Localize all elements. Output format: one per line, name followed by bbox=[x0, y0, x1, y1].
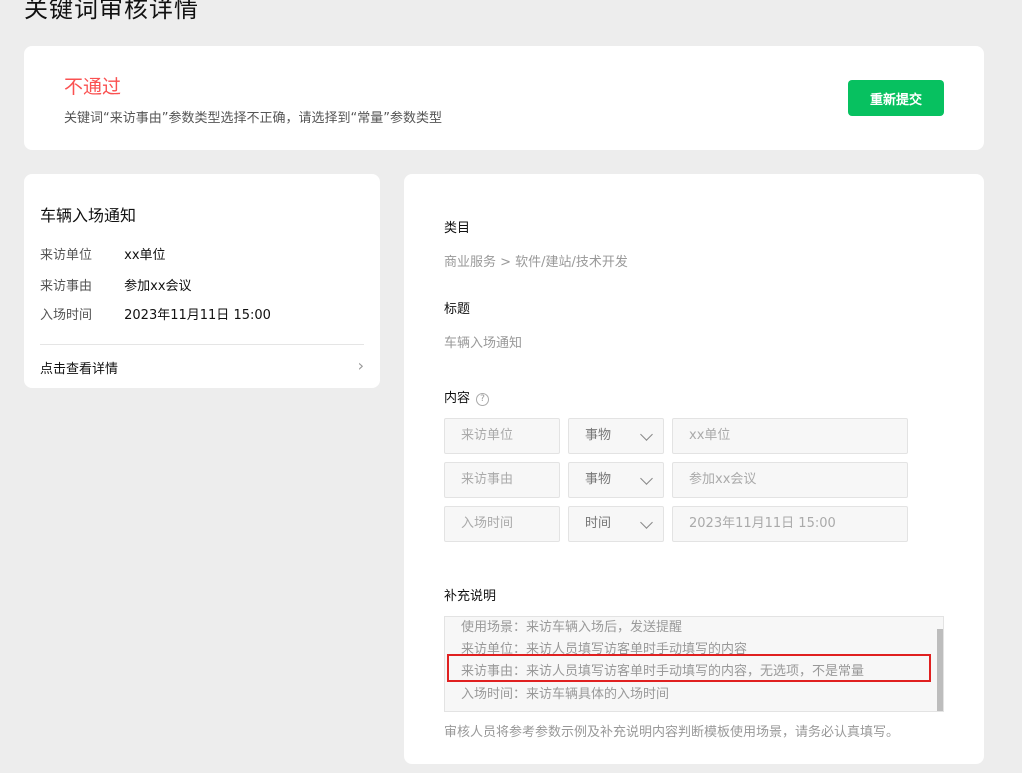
content-label-row: 内容? bbox=[444, 387, 490, 406]
view-details-label: 点击查看详情 bbox=[40, 362, 119, 377]
preview-title: 车辆入场通知 bbox=[40, 206, 137, 225]
preview-row-label: 来访事由 bbox=[40, 279, 93, 294]
param-type-select[interactable]: 事物 bbox=[568, 462, 664, 498]
preview-row: 来访事由 参加xx会议 bbox=[40, 275, 192, 294]
note-line: 使用场景：来访车辆入场后，发送提醒 bbox=[461, 620, 683, 635]
rejection-reason: 关键词“来访事由”参数类型选择不正确，请选择到“常量”参数类型 bbox=[64, 111, 442, 126]
highlight-box bbox=[447, 654, 931, 682]
preview-row: 来访单位 xx单位 bbox=[40, 244, 166, 263]
preview-row-label: 入场时间 bbox=[40, 308, 93, 323]
param-type-select[interactable]: 时间 bbox=[568, 506, 664, 542]
note-label: 补充说明 bbox=[444, 589, 497, 604]
param-row: 来访事由 事物 参加xx会议 bbox=[444, 462, 908, 498]
param-name-field[interactable]: 入场时间 bbox=[444, 506, 560, 542]
param-type-value: 事物 bbox=[585, 472, 612, 487]
chevron-down-icon bbox=[640, 516, 653, 529]
category-value: 商业服务 > 软件/建站/技术开发 bbox=[444, 255, 628, 270]
title-label: 标题 bbox=[444, 302, 471, 317]
review-status-card: 不通过 关键词“来访事由”参数类型选择不正确，请选择到“常量”参数类型 重新提交 bbox=[24, 46, 984, 150]
param-example-field[interactable]: 参加xx会议 bbox=[672, 462, 908, 498]
category-label: 类目 bbox=[444, 221, 471, 236]
content-label: 内容 bbox=[444, 391, 471, 406]
param-name-field[interactable]: 来访单位 bbox=[444, 418, 560, 454]
preview-row-value: 参加xx会议 bbox=[124, 279, 192, 294]
param-type-value: 事物 bbox=[585, 428, 612, 443]
param-example-field[interactable]: 2023年11月11日 15:00 bbox=[672, 506, 908, 542]
review-hint: 审核人员将参考参数示例及补充说明内容判断模板使用场景，请务必认真填写。 bbox=[444, 725, 900, 740]
preview-row-label: 来访单位 bbox=[40, 248, 93, 263]
param-type-select[interactable]: 事物 bbox=[568, 418, 664, 454]
param-name-field[interactable]: 来访事由 bbox=[444, 462, 560, 498]
param-row: 入场时间 时间 2023年11月11日 15:00 bbox=[444, 506, 908, 542]
view-details-link[interactable]: 点击查看详情 › bbox=[40, 356, 364, 378]
template-preview-card: 车辆入场通知 来访单位 xx单位 来访事由 参加xx会议 入场时间 2023年1… bbox=[24, 174, 380, 388]
supplementary-note-textarea[interactable]: 使用场景：来访车辆入场后，发送提醒 来访单位：来访人员填写访客单时手动填写的内容… bbox=[444, 616, 944, 712]
note-line: 入场时间：来访车辆具体的入场时间 bbox=[461, 687, 670, 702]
param-row: 来访单位 事物 xx单位 bbox=[444, 418, 908, 454]
question-circle-icon[interactable]: ? bbox=[476, 393, 490, 406]
preview-row-value: xx单位 bbox=[124, 248, 166, 263]
chevron-down-icon bbox=[640, 472, 653, 485]
preview-row: 入场时间 2023年11月11日 15:00 bbox=[40, 304, 271, 323]
template-detail-card: 类目 商业服务 > 软件/建站/技术开发 标题 车辆入场通知 内容? 来访单位 … bbox=[404, 174, 984, 764]
divider bbox=[40, 344, 364, 345]
scrollbar[interactable] bbox=[937, 629, 943, 711]
chevron-down-icon bbox=[640, 428, 653, 441]
page-title: 关键词审核详情 bbox=[24, 0, 199, 23]
param-type-value: 时间 bbox=[585, 516, 612, 531]
resubmit-button[interactable]: 重新提交 bbox=[848, 80, 944, 116]
preview-row-value: 2023年11月11日 15:00 bbox=[124, 308, 271, 323]
status-title: 不通过 bbox=[64, 76, 122, 98]
title-value: 车辆入场通知 bbox=[444, 336, 523, 351]
param-example-field[interactable]: xx单位 bbox=[672, 418, 908, 454]
chevron-right-icon: › bbox=[357, 356, 364, 375]
